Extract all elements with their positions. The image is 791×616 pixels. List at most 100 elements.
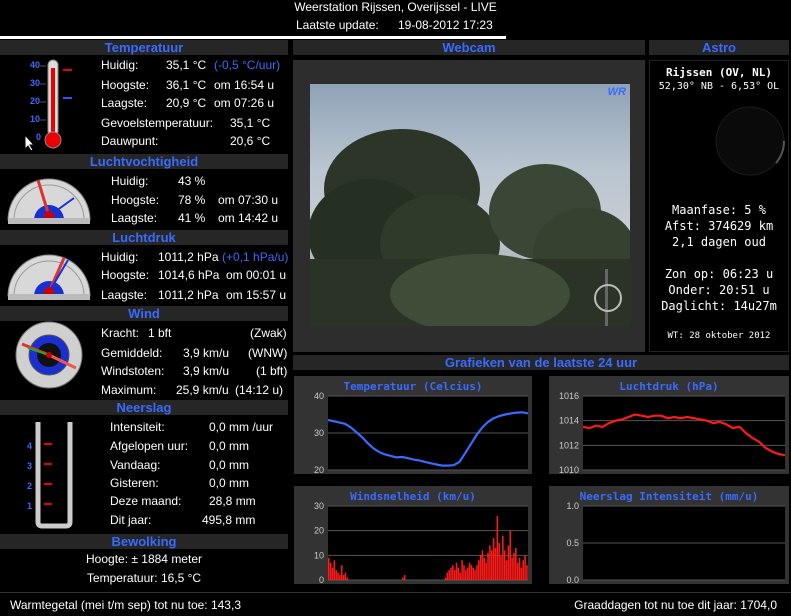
- press-chart-plot-bg: [583, 396, 785, 470]
- wind-chart-tick-label: 10: [314, 550, 324, 560]
- wind-chart-bar: [461, 560, 463, 580]
- wind-max-label: Maximum:: [101, 383, 157, 397]
- wind-force-extra: (Zwak): [250, 326, 287, 340]
- press-plot-area: 1016 1014 1012 1010: [559, 392, 786, 474]
- wind-chart-bar: [483, 557, 486, 580]
- sunset: Onder: 20:51 u: [668, 283, 770, 297]
- press-low-label: Laagste:: [101, 288, 148, 302]
- temp-low-label: Laagste:: [101, 96, 148, 110]
- wind-chart-bar: [503, 550, 506, 580]
- pressure-header: Luchtdruk: [0, 230, 288, 245]
- wind-gust-label: Windstoten:: [101, 364, 165, 378]
- wind-avg-value: 3,9 km/u: [183, 346, 230, 360]
- footer-degree-days: Graaddagen tot nu toe dit jaar: 1704,0: [574, 598, 777, 612]
- wind-force-label: Kracht:: [101, 326, 140, 340]
- wind-chart-bar: [522, 560, 524, 580]
- rain-yesterday-label: Gisteren:: [110, 476, 159, 490]
- moon-icon: [715, 106, 786, 176]
- wind-chart-bar: [474, 570, 476, 580]
- press-current-value: 1011,2 hPa: [158, 250, 219, 264]
- rain-year-value: 495,8 mm: [202, 513, 256, 527]
- cloud-temperature: Temperatuur: 16,5 °C: [86, 571, 202, 585]
- thermo-scale-10: 10: [30, 114, 41, 124]
- wind-chart-tick-label: 0: [319, 575, 324, 584]
- press-trend: (+0,1 hPa/u): [222, 250, 289, 264]
- wind-chart-tick-label: 20: [314, 526, 324, 536]
- press-chart-tick-label: 1010: [559, 465, 579, 474]
- rain-chart-tick-label: 0.0: [566, 575, 579, 584]
- rain-chart-tick-label: 0.5: [566, 538, 579, 548]
- wind-chart-bar: [342, 575, 345, 580]
- wind-chart-bar: [496, 515, 499, 580]
- thermo-scale-40: 40: [30, 60, 41, 70]
- hum-low-value: 41 %: [178, 211, 206, 225]
- wind-chart-bar: [453, 570, 456, 580]
- wind-chart-bar: [459, 572, 462, 580]
- wind-chart-bar: [335, 570, 337, 580]
- temp-high-value: 36,1 °C: [166, 78, 207, 92]
- wind-chart-bar: [333, 560, 336, 580]
- press-low-time: om 15:57 u: [226, 288, 287, 302]
- trees-icon: [310, 129, 630, 326]
- temperature-header: Temperatuur: [0, 40, 288, 55]
- daylight: Daglicht: 14u27m: [661, 299, 777, 313]
- wind-chart-bar: [402, 577, 404, 580]
- temp-current-value: 35,1 °C: [166, 58, 207, 72]
- wind-chart-bar: [518, 557, 521, 580]
- wind-max-value: 25,9 km/u: [176, 383, 229, 397]
- wind-chart-bar: [340, 565, 343, 580]
- wind-chart-bar: [465, 570, 467, 580]
- wind-chart-bar: [498, 543, 500, 580]
- station-title: Weerstation Rijssen, Overijssel - LIVE: [294, 0, 497, 14]
- hum-current-value: 43 %: [178, 174, 206, 188]
- rain-today-value: 0,0 mm: [209, 458, 250, 472]
- wind-chart-bar: [470, 565, 473, 580]
- rain-yesterday-value: 0,0 mm: [209, 476, 250, 490]
- moon-phase: Maanfase: 5 %: [672, 203, 766, 217]
- wind-gust-extra: (1 bft): [256, 364, 288, 378]
- top-progress-bar: [0, 36, 506, 39]
- wind-chart-bar: [331, 567, 334, 580]
- pressure-gauge-icon: [7, 254, 91, 300]
- wind-chart-bar: [479, 555, 482, 580]
- rain-intensity-value: 0,0 mm /uur: [209, 420, 274, 434]
- wind-chart-bar: [346, 577, 349, 580]
- wind-chart-bar: [487, 552, 489, 580]
- rain-scale-1: 1: [27, 501, 33, 511]
- moon-age: 2,1 dagen oud: [672, 235, 766, 249]
- wind-max-time: (14:12 u): [235, 383, 284, 397]
- wind-chart-bar: [448, 570, 450, 580]
- press-current-label: Huidig:: [101, 250, 139, 264]
- rain-scale-3: 3: [27, 461, 33, 471]
- hum-high-time: om 07:30 u: [218, 193, 279, 207]
- precipitation-header: Neerslag: [0, 400, 288, 415]
- webcam-image[interactable]: WR: [310, 84, 630, 326]
- wind-chart-bar: [444, 577, 447, 580]
- wind-chart-bar: [494, 547, 497, 580]
- press-chart-tick-label: 1014: [559, 416, 579, 426]
- wind-chart-bar: [515, 547, 517, 580]
- wind-chart-bar: [505, 560, 508, 580]
- wind-chart-bar: [490, 550, 493, 580]
- temp-plot-area: 40 30 20: [314, 392, 529, 474]
- wind-plot-area: 30 20 10 0: [314, 502, 528, 584]
- dewpoint-value: 20,6 °C: [230, 134, 271, 148]
- moon-distance: Afst: 374629 km: [664, 219, 774, 233]
- wind-chart-bar: [337, 572, 339, 580]
- temp-trend: (-0,5 °C/uur): [214, 58, 281, 72]
- rain-intensity-label: Intensiteit:: [110, 420, 165, 434]
- webcam-logo: WR: [607, 86, 626, 98]
- wind-chart-bar: [457, 567, 460, 580]
- wind-force-value: 1 bft: [148, 326, 172, 340]
- wind-chart-bar: [524, 555, 526, 580]
- rain-month-label: Deze maand:: [110, 494, 182, 508]
- webcam-header: Webcam: [293, 40, 645, 55]
- temp-current-label: Huidig:: [101, 58, 139, 72]
- wind-chart-bar: [328, 557, 330, 580]
- wind-chart-bar: [520, 567, 523, 580]
- thermo-scale-20: 20: [30, 96, 41, 106]
- mouse-cursor-icon: [24, 134, 36, 152]
- rain-today-label: Vandaag:: [110, 458, 161, 472]
- wind-chart-tick-label: 30: [314, 502, 324, 511]
- wind-chart-bar: [468, 562, 471, 580]
